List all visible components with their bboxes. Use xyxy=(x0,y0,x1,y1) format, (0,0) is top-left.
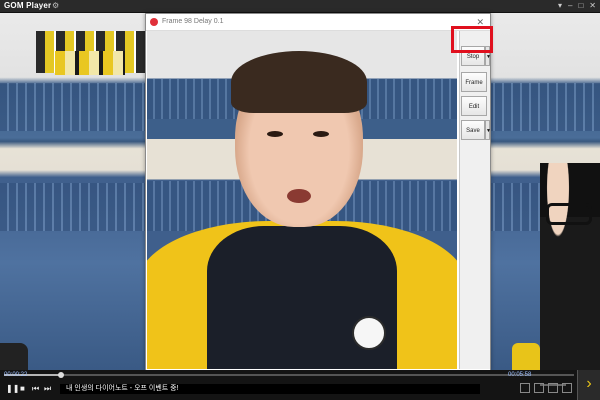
popup-title: Frame 98 Delay 0.1 xyxy=(162,18,224,25)
popup-side-panel: Stop ▼ Frame Edit Save ▼ xyxy=(459,31,491,369)
settings-gear-icon[interactable]: ⚙ xyxy=(52,0,59,12)
captured-frame-image xyxy=(147,31,457,369)
seek-bar-knob[interactable] xyxy=(58,372,64,378)
save-dropdown-arrow-icon[interactable]: ▼ xyxy=(485,120,491,140)
side-panel-toggle-button[interactable]: › xyxy=(577,370,600,400)
man-hair xyxy=(231,51,367,113)
playback-extra-icons xyxy=(520,383,572,393)
chevron-right-icon: › xyxy=(586,375,592,392)
background-person-left xyxy=(0,343,28,370)
background-person-jacket xyxy=(512,343,540,370)
maximize-icon[interactable]: □ xyxy=(578,0,583,12)
popup-app-icon xyxy=(150,18,158,26)
total-time: 00:05:58 xyxy=(508,372,532,378)
glasses xyxy=(546,203,592,225)
prev-icon[interactable]: ⏮ xyxy=(32,384,39,394)
jacket-badge xyxy=(352,316,386,350)
pin-icon[interactable]: ▾ xyxy=(558,0,562,12)
pause-icon[interactable]: ❚❚ xyxy=(6,384,19,394)
stop-icon[interactable]: ■ xyxy=(20,384,25,394)
window-controls: ▾ – □ ✕ xyxy=(558,0,596,12)
frame-button[interactable]: Frame xyxy=(461,72,487,92)
settings-icon[interactable] xyxy=(562,383,572,393)
man-mouth xyxy=(287,189,311,203)
save-button[interactable]: Save xyxy=(461,120,485,140)
mosaic-logo-part xyxy=(55,51,125,75)
seek-bar[interactable] xyxy=(4,372,574,378)
background-person-right xyxy=(540,163,600,370)
current-time: 00:00:22 xyxy=(4,372,28,378)
next-icon[interactable]: ⏭ xyxy=(44,384,51,394)
minimize-icon[interactable]: – xyxy=(568,0,572,12)
popup-titlebar: Frame 98 Delay 0.1 ✕ xyxy=(146,14,490,31)
app-title: GOM Player xyxy=(4,1,52,10)
aspect-icon[interactable] xyxy=(520,383,530,393)
playlist-icon[interactable] xyxy=(548,383,558,393)
now-playing-title: 내 인생의 다이어노트 - 오프 이벤트 중! xyxy=(60,384,480,394)
man-eye-left xyxy=(267,131,283,137)
stop-button-highlight xyxy=(451,26,493,53)
player-titlebar: GOM Player ⚙ ▾ – □ ✕ xyxy=(0,0,600,13)
man-eye-right xyxy=(313,131,329,137)
frame-capture-popup: Frame 98 Delay 0.1 ✕ Stop ▼ Frame Edit S… xyxy=(145,13,491,371)
close-icon[interactable]: ✕ xyxy=(589,0,596,12)
player-controlbar: 00:00:22 00:05:58 ❚❚ ■ ⏮ ⏭ 내 인생의 다이어노트 -… xyxy=(0,370,600,400)
capture-icon[interactable] xyxy=(534,383,544,393)
edit-button[interactable]: Edit xyxy=(461,96,487,116)
